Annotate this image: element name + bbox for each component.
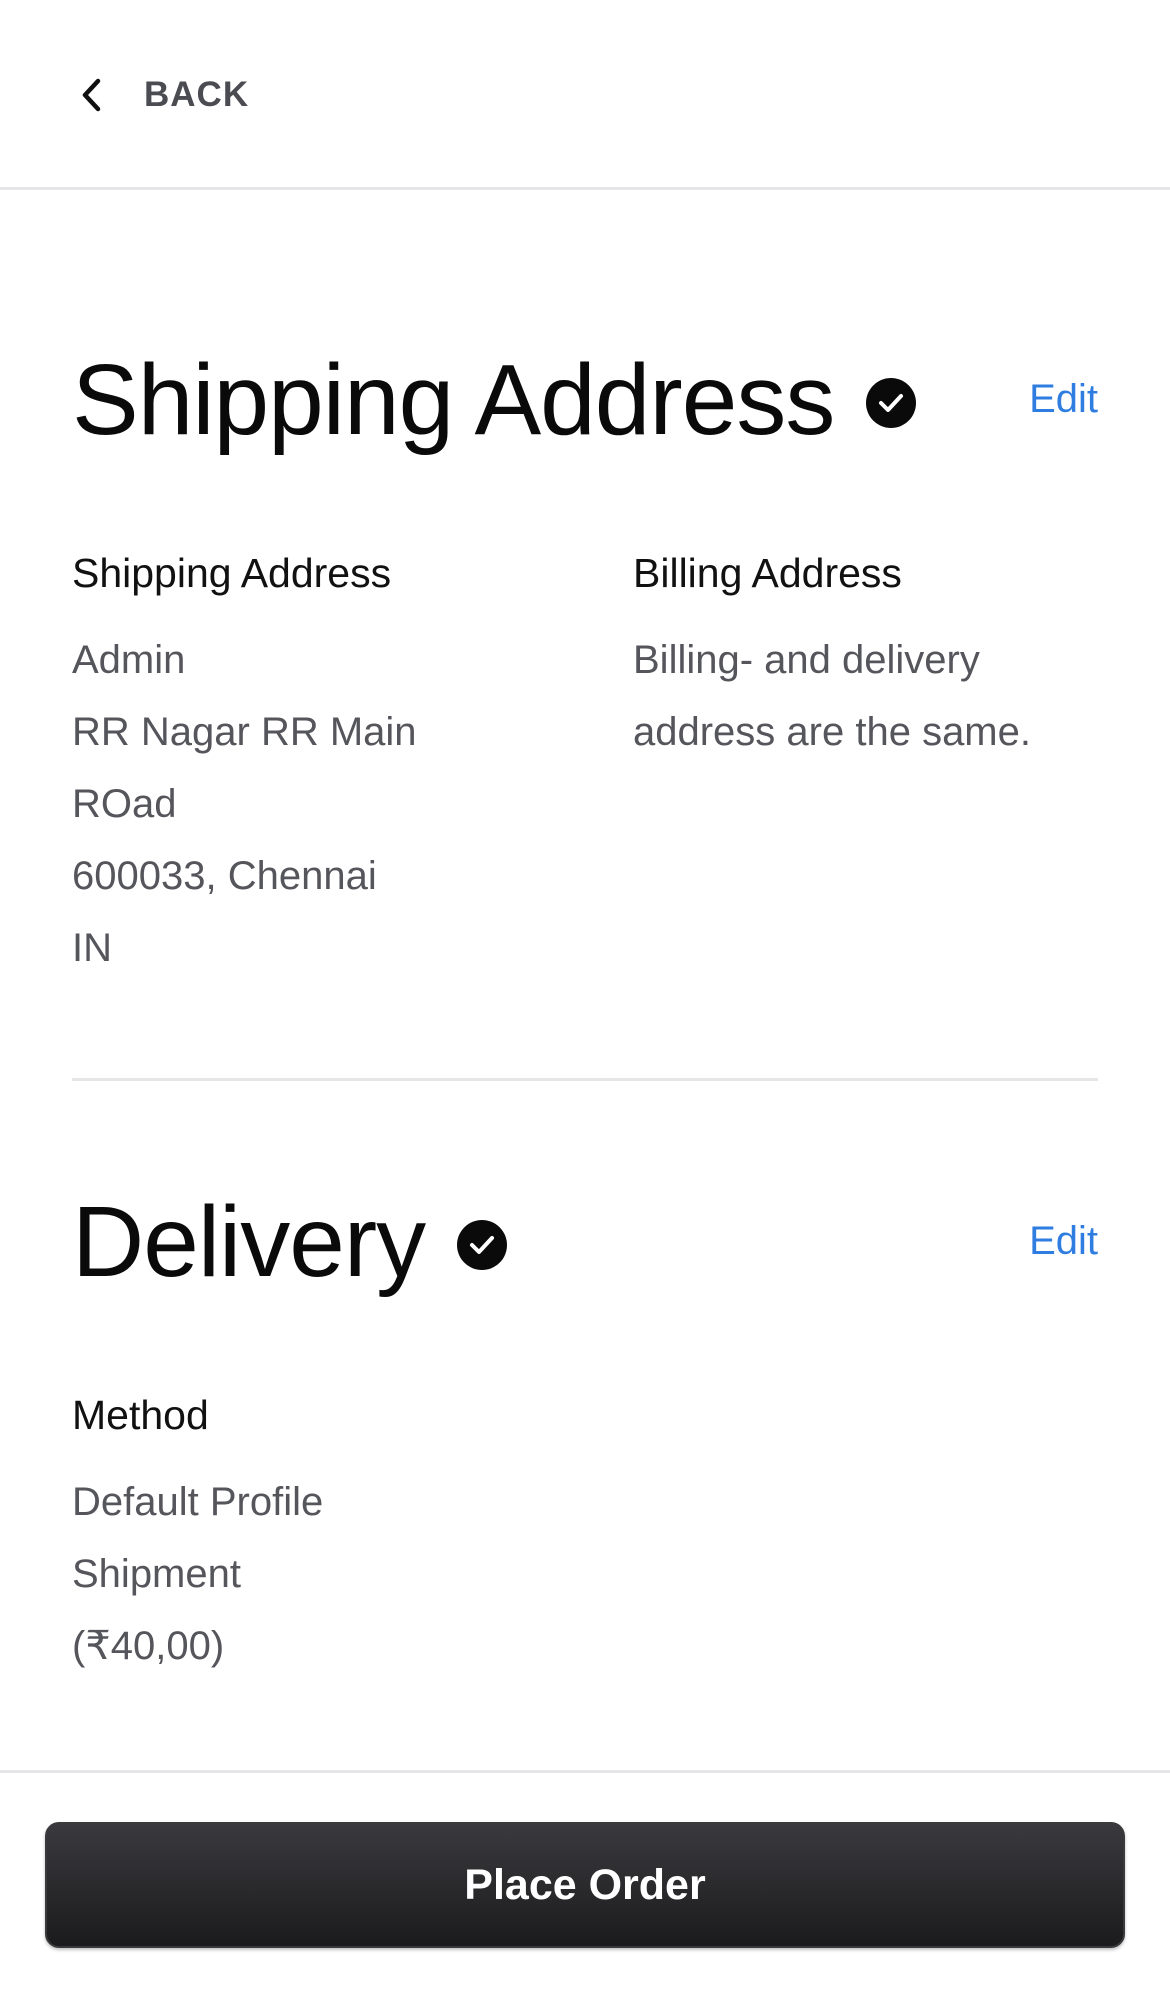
method-line: (₹40,00) bbox=[72, 1624, 225, 1668]
method-line: Shipment bbox=[72, 1552, 241, 1596]
delivery-edit-link[interactable]: Edit bbox=[1029, 1219, 1098, 1264]
footer-divider bbox=[0, 1770, 1170, 1773]
address-line: IN bbox=[72, 926, 112, 970]
check-circle-icon bbox=[866, 378, 917, 428]
back-button[interactable]: BACK bbox=[80, 70, 249, 120]
address-line: RR Nagar RR Main bbox=[72, 710, 417, 754]
chevron-left-icon bbox=[80, 75, 110, 115]
billing-line: address are the same. bbox=[633, 710, 1031, 754]
shipping-address-lines: Admin RR Nagar RR Main ROad 600033, Chen… bbox=[72, 624, 417, 984]
delivery-section-title: Delivery bbox=[72, 1186, 508, 1298]
billing-line: Billing- and delivery bbox=[633, 638, 980, 682]
billing-address-lines: Billing- and delivery address are the sa… bbox=[633, 624, 1031, 768]
delivery-method-heading: Method bbox=[72, 1392, 209, 1438]
address-line: ROad bbox=[72, 782, 177, 826]
shipping-edit-link[interactable]: Edit bbox=[1029, 377, 1098, 422]
check-circle-icon bbox=[457, 1220, 508, 1270]
delivery-title-text: Delivery bbox=[72, 1186, 426, 1298]
back-label: BACK bbox=[144, 75, 250, 114]
billing-address-heading: Billing Address bbox=[633, 550, 902, 596]
shipping-section-title: Shipping Address bbox=[72, 344, 917, 456]
address-line: Admin bbox=[72, 638, 186, 682]
shipping-title-text: Shipping Address bbox=[72, 344, 835, 456]
method-line: Default Profile bbox=[72, 1480, 324, 1524]
shipping-address-heading: Shipping Address bbox=[72, 550, 392, 596]
top-bar: BACK bbox=[0, 0, 1170, 190]
section-divider bbox=[72, 1078, 1098, 1081]
place-order-button[interactable]: Place Order bbox=[45, 1822, 1125, 1948]
address-line: 600033, Chennai bbox=[72, 854, 377, 898]
delivery-method-lines: Default Profile Shipment (₹40,00) bbox=[72, 1466, 323, 1682]
